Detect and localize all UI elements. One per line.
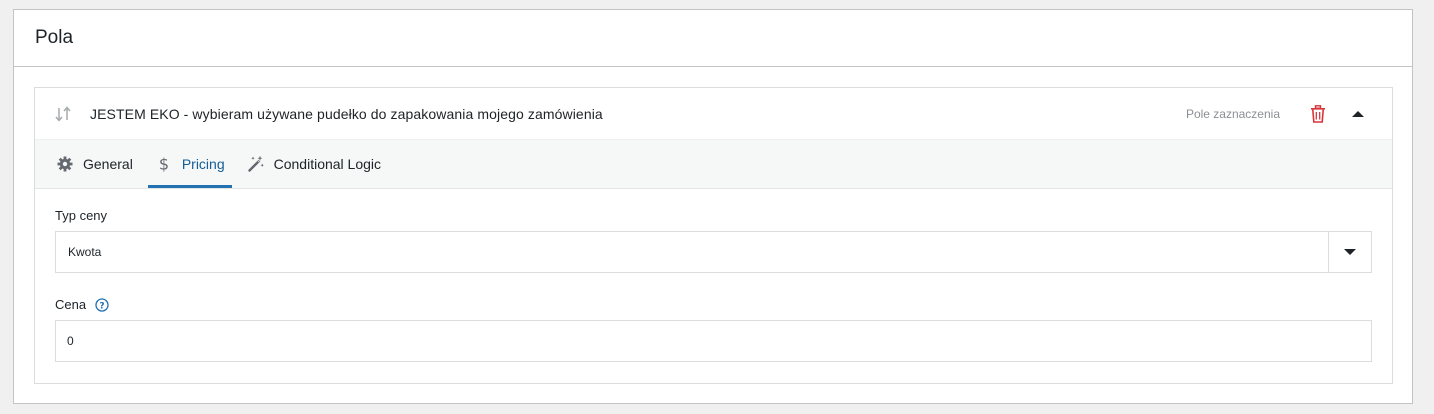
tab-label: Conditional Logic (273, 156, 382, 172)
pricing-form: Typ ceny Kwota Cena ? 0 (35, 208, 1392, 362)
tab-label: Pricing (181, 156, 225, 172)
price-label: Cena (55, 297, 87, 312)
tab-conditional-logic[interactable]: Conditional Logic (240, 140, 388, 188)
field-header[interactable]: JESTEM EKO - wybieram używane pudełko do… (35, 88, 1392, 140)
field-item: JESTEM EKO - wybieram używane pudełko do… (34, 87, 1393, 384)
price-type-select[interactable]: Kwota (55, 231, 1372, 273)
help-icon[interactable]: ? (95, 297, 109, 312)
svg-text:?: ? (99, 301, 104, 311)
field-type-label: Pole zaznaczenia (1185, 106, 1280, 121)
svg-text:$: $ (159, 155, 169, 173)
tab-pricing[interactable]: $ Pricing (147, 140, 232, 188)
price-type-value: Kwota (68, 245, 102, 259)
price-type-label: Typ ceny (55, 208, 108, 223)
drag-handle-icon[interactable] (54, 105, 72, 123)
chevron-down-icon[interactable] (1328, 232, 1371, 272)
dollar-icon: $ (155, 155, 173, 173)
field-name: JESTEM EKO - wybieram używane pudełko do… (90, 105, 603, 122)
panel-header: Pola (14, 10, 1412, 67)
magic-wand-icon (247, 155, 265, 173)
fields-panel: Pola JESTEM EKO - wybieram używane pudeł… (13, 9, 1413, 404)
field-tabs: General $ Pricing Conditional Logic (35, 140, 1392, 189)
panel-title: Pola (35, 27, 74, 48)
gear-icon (56, 155, 74, 173)
trash-icon[interactable] (1309, 104, 1327, 124)
tab-general[interactable]: General (49, 140, 140, 188)
price-label-row: Cena ? (55, 297, 1372, 312)
tab-label: General (83, 156, 133, 172)
price-input[interactable]: 0 (55, 320, 1372, 362)
price-type-label-row: Typ ceny (55, 208, 1372, 223)
caret-up-icon[interactable] (1351, 107, 1365, 121)
